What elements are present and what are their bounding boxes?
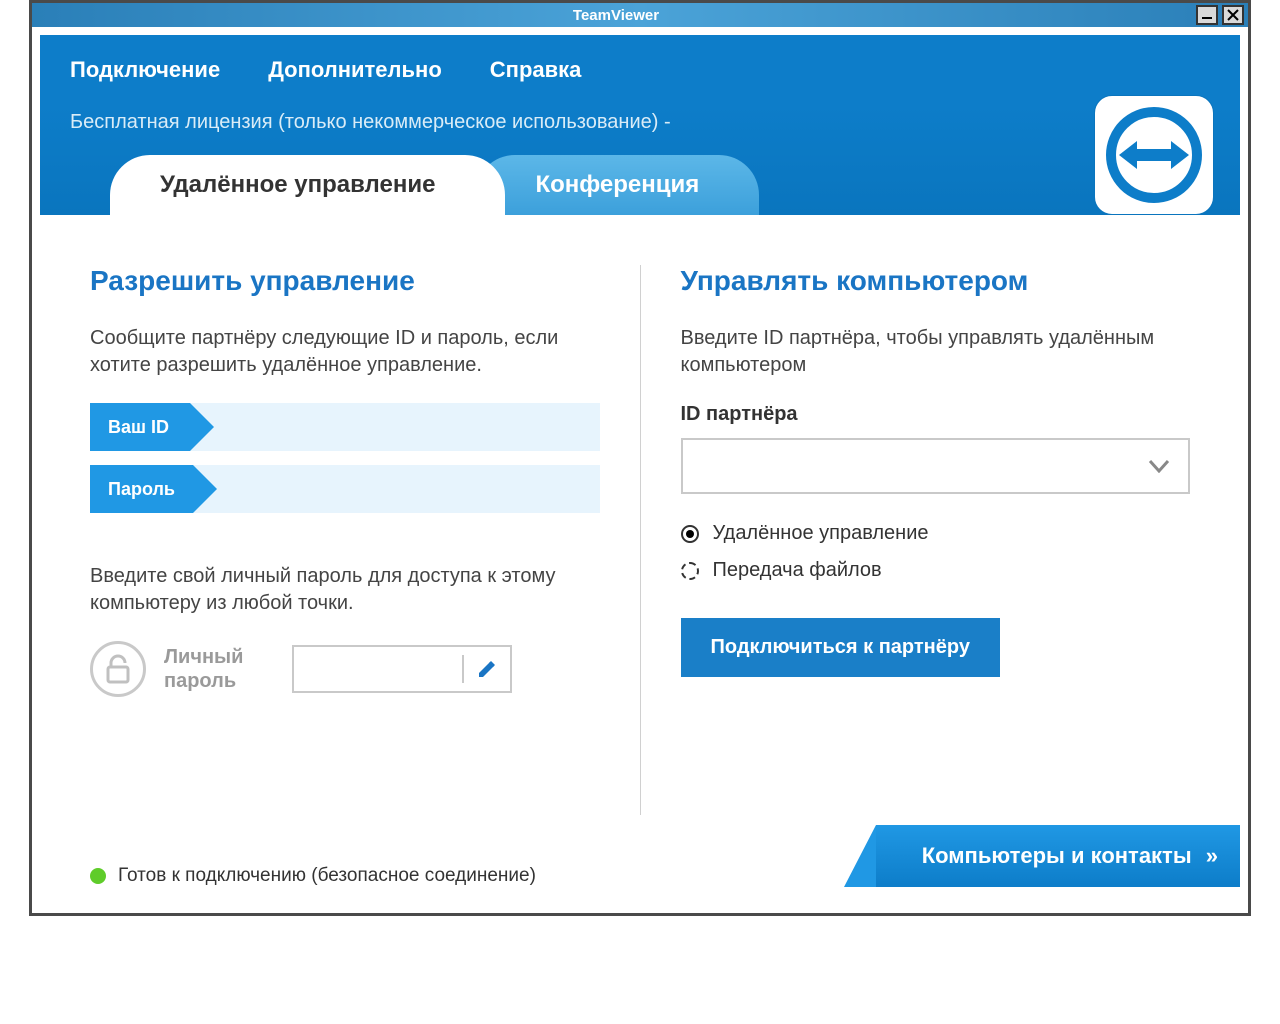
- allow-title: Разрешить управление: [90, 265, 600, 297]
- radio-file-transfer[interactable]: Передача файлов: [681, 559, 1191, 582]
- status-bar: Готов к подключению (безопасное соединен…: [90, 865, 536, 887]
- partner-id-input[interactable]: [681, 438, 1191, 494]
- control-computer-panel: Управлять компьютером Введите ID партнёр…: [681, 265, 1191, 815]
- edit-icon[interactable]: [476, 658, 498, 680]
- radio-remote-label: Удалённое управление: [713, 522, 929, 545]
- chevron-right-icon: »: [1206, 843, 1214, 868]
- personal-password-hint: Введите свой личный пароль для доступа к…: [90, 563, 600, 617]
- window-frame: TeamViewer Подключение Дополнительно Спр…: [29, 0, 1251, 916]
- contacts-label: Компьютеры и контакты: [922, 843, 1192, 868]
- mode-radio-group: Удалённое управление Передача файлов: [681, 522, 1191, 582]
- personal-password-label: Личный пароль: [164, 645, 274, 693]
- close-button[interactable]: [1222, 5, 1244, 25]
- close-icon: [1227, 9, 1239, 21]
- app-body: Подключение Дополнительно Справка Беспла…: [32, 27, 1248, 913]
- radio-icon: [681, 525, 699, 543]
- tab-conference[interactable]: Конференция: [475, 155, 759, 215]
- password-label: Пароль: [90, 465, 193, 513]
- license-text: Бесплатная лицензия (только некоммерческ…: [70, 111, 1210, 134]
- lock-icon: [90, 641, 146, 697]
- computers-contacts-button[interactable]: Компьютеры и контакты »: [876, 825, 1240, 887]
- allow-text: Сообщите партнёру следующие ID и пароль,…: [90, 325, 600, 379]
- minimize-icon: [1201, 9, 1213, 21]
- menu-connection[interactable]: Подключение: [70, 57, 220, 83]
- radio-remote-control[interactable]: Удалённое управление: [681, 522, 1191, 545]
- content: Разрешить управление Сообщите партнёру с…: [40, 215, 1240, 835]
- personal-password-input[interactable]: [292, 645, 512, 693]
- tab-bar: Удалённое управление Конференция: [110, 155, 759, 215]
- control-text: Введите ID партнёра, чтобы управлять уда…: [681, 325, 1191, 379]
- status-indicator-icon: [90, 868, 106, 884]
- partner-id-label: ID партнёра: [681, 403, 1191, 426]
- control-title: Управлять компьютером: [681, 265, 1191, 297]
- connect-button[interactable]: Подключиться к партнёру: [681, 618, 1000, 677]
- your-id-label: Ваш ID: [90, 403, 190, 451]
- tab-remote-control[interactable]: Удалённое управление: [110, 155, 505, 215]
- titlebar: TeamViewer: [32, 3, 1248, 27]
- app-logo: [1094, 95, 1214, 215]
- your-id-row: Ваш ID: [90, 403, 600, 451]
- footer: Готов к подключению (безопасное соединен…: [40, 835, 1240, 905]
- minimize-button[interactable]: [1196, 5, 1218, 25]
- menu-help[interactable]: Справка: [490, 57, 582, 83]
- menu-extra[interactable]: Дополнительно: [268, 57, 442, 83]
- chevron-down-icon: [1148, 459, 1170, 473]
- header: Подключение Дополнительно Справка Беспла…: [40, 35, 1240, 215]
- allow-control-panel: Разрешить управление Сообщите партнёру с…: [90, 265, 641, 815]
- status-text: Готов к подключению (безопасное соединен…: [118, 865, 536, 887]
- window-title: TeamViewer: [36, 7, 1196, 24]
- radio-files-label: Передача файлов: [713, 559, 882, 582]
- personal-password-group: Личный пароль: [90, 641, 600, 697]
- main-menu: Подключение Дополнительно Справка: [70, 57, 1210, 83]
- password-row: Пароль: [90, 465, 600, 513]
- arrows-icon: [1119, 135, 1189, 175]
- radio-icon: [681, 562, 699, 580]
